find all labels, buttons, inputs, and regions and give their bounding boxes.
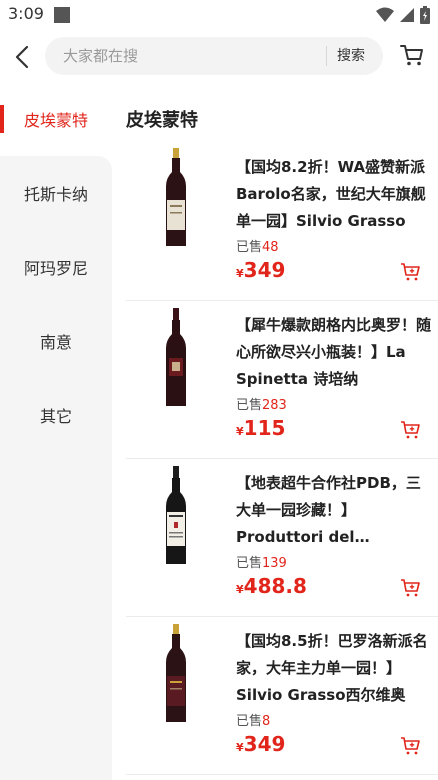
wine-bottle-image <box>166 624 186 722</box>
sidebar-item-label: 南意 <box>39 333 72 352</box>
currency-symbol: ¥ <box>236 741 244 754</box>
sidebar-item-tuscany[interactable]: 托斯卡纳 <box>0 156 112 230</box>
sold-number: 8 <box>262 714 271 729</box>
sidebar-item-label: 托斯卡纳 <box>23 185 88 204</box>
currency-symbol: ¥ <box>236 583 244 596</box>
product-title: 【地表超牛合作社PDB，三大单一园珍藏！】Produttori del Barb… <box>236 474 421 546</box>
sidebar-item-label: 其它 <box>39 407 72 426</box>
back-arrow-icon <box>15 45 29 69</box>
product-card[interactable]: 【国均8.2折！WA盛赞新派Barolo名家，世纪大年旗舰单一园】Silvio … <box>126 142 438 301</box>
battery-icon <box>420 6 430 24</box>
price: ¥349 <box>236 258 285 282</box>
signal-icon <box>400 8 414 22</box>
sold-count: 已售8 <box>236 710 270 729</box>
price-value: 349 <box>243 258 286 282</box>
search-input[interactable] <box>63 37 313 75</box>
wine-bottle-image <box>166 466 186 564</box>
sold-number: 283 <box>262 398 287 413</box>
wifi-icon <box>376 7 394 22</box>
search-button[interactable]: 搜索 <box>337 37 365 75</box>
back-button[interactable] <box>10 42 34 72</box>
product-card[interactable]: 【地表超牛合作社PDB，三大单一园珍藏！】Produttori del Barb… <box>126 458 438 617</box>
price: ¥349 <box>236 732 285 756</box>
notification-icon <box>54 7 70 23</box>
add-to-cart-icon[interactable] <box>400 262 422 282</box>
search-divider <box>326 46 327 66</box>
sidebar-item-southern-italy[interactable]: 南意 <box>0 304 112 378</box>
active-indicator <box>0 105 4 133</box>
sold-number: 139 <box>262 556 287 571</box>
product-title: 【犀牛爆款朗格内比奥罗！随心所欲尽兴小瓶装！】La Spinetta 诗培纳 <box>236 316 432 388</box>
sidebar-item-amarone[interactable]: 阿玛罗尼 <box>0 230 112 304</box>
price: ¥115 <box>236 416 285 440</box>
wine-bottle-image <box>166 308 186 406</box>
sold-count: 已售283 <box>236 394 287 413</box>
wine-bottle-image <box>166 148 186 246</box>
price-value: 349 <box>243 732 286 756</box>
sidebar-item-piedmont[interactable]: 皮埃蒙特 <box>0 82 112 156</box>
status-bar: 3:09 <box>0 0 438 32</box>
cart-button[interactable] <box>399 42 429 72</box>
sidebar-item-others[interactable]: 其它 <box>0 378 112 452</box>
header: 搜索 <box>0 34 438 80</box>
add-to-cart-icon[interactable] <box>400 578 422 598</box>
sidebar-item-label: 阿玛罗尼 <box>23 259 88 278</box>
category-sidebar: 皮埃蒙特 托斯卡纳 阿玛罗尼 南意 其它 <box>0 82 112 780</box>
product-title: 【国均8.2折！WA盛赞新派Barolo名家，世纪大年旗舰单一园】Silvio … <box>236 158 426 230</box>
add-to-cart-icon[interactable] <box>400 420 422 440</box>
sold-count: 已售48 <box>236 236 279 255</box>
product-card[interactable]: 【国均8.5折！巴罗洛新派名家，大年主力单一园！】Silvio Grasso西尔… <box>126 616 438 775</box>
sold-label: 已售 <box>236 556 263 571</box>
add-to-cart-icon[interactable] <box>400 736 422 756</box>
currency-symbol: ¥ <box>236 425 244 438</box>
status-time: 3:09 <box>8 4 44 23</box>
price-value: 115 <box>243 416 286 440</box>
price-value: 488.8 <box>243 574 307 598</box>
section-title: 皮埃蒙特 <box>126 110 198 131</box>
sidebar-item-label: 皮埃蒙特 <box>23 111 88 130</box>
product-card[interactable]: 【犀牛爆款朗格内比奥罗！随心所欲尽兴小瓶装！】La Spinetta 诗培纳 已… <box>126 300 438 459</box>
sold-count: 已售139 <box>236 552 287 571</box>
sold-label: 已售 <box>236 398 263 413</box>
sold-number: 48 <box>262 240 279 255</box>
sold-label: 已售 <box>236 240 263 255</box>
sold-label: 已售 <box>236 714 263 729</box>
currency-symbol: ¥ <box>236 267 244 280</box>
price: ¥488.8 <box>236 574 307 598</box>
product-title: 【国均8.5折！巴罗洛新派名家，大年主力单一园！】Silvio Grasso西尔… <box>236 632 428 704</box>
cart-icon <box>400 45 423 66</box>
search-box[interactable]: 搜索 <box>45 37 383 75</box>
